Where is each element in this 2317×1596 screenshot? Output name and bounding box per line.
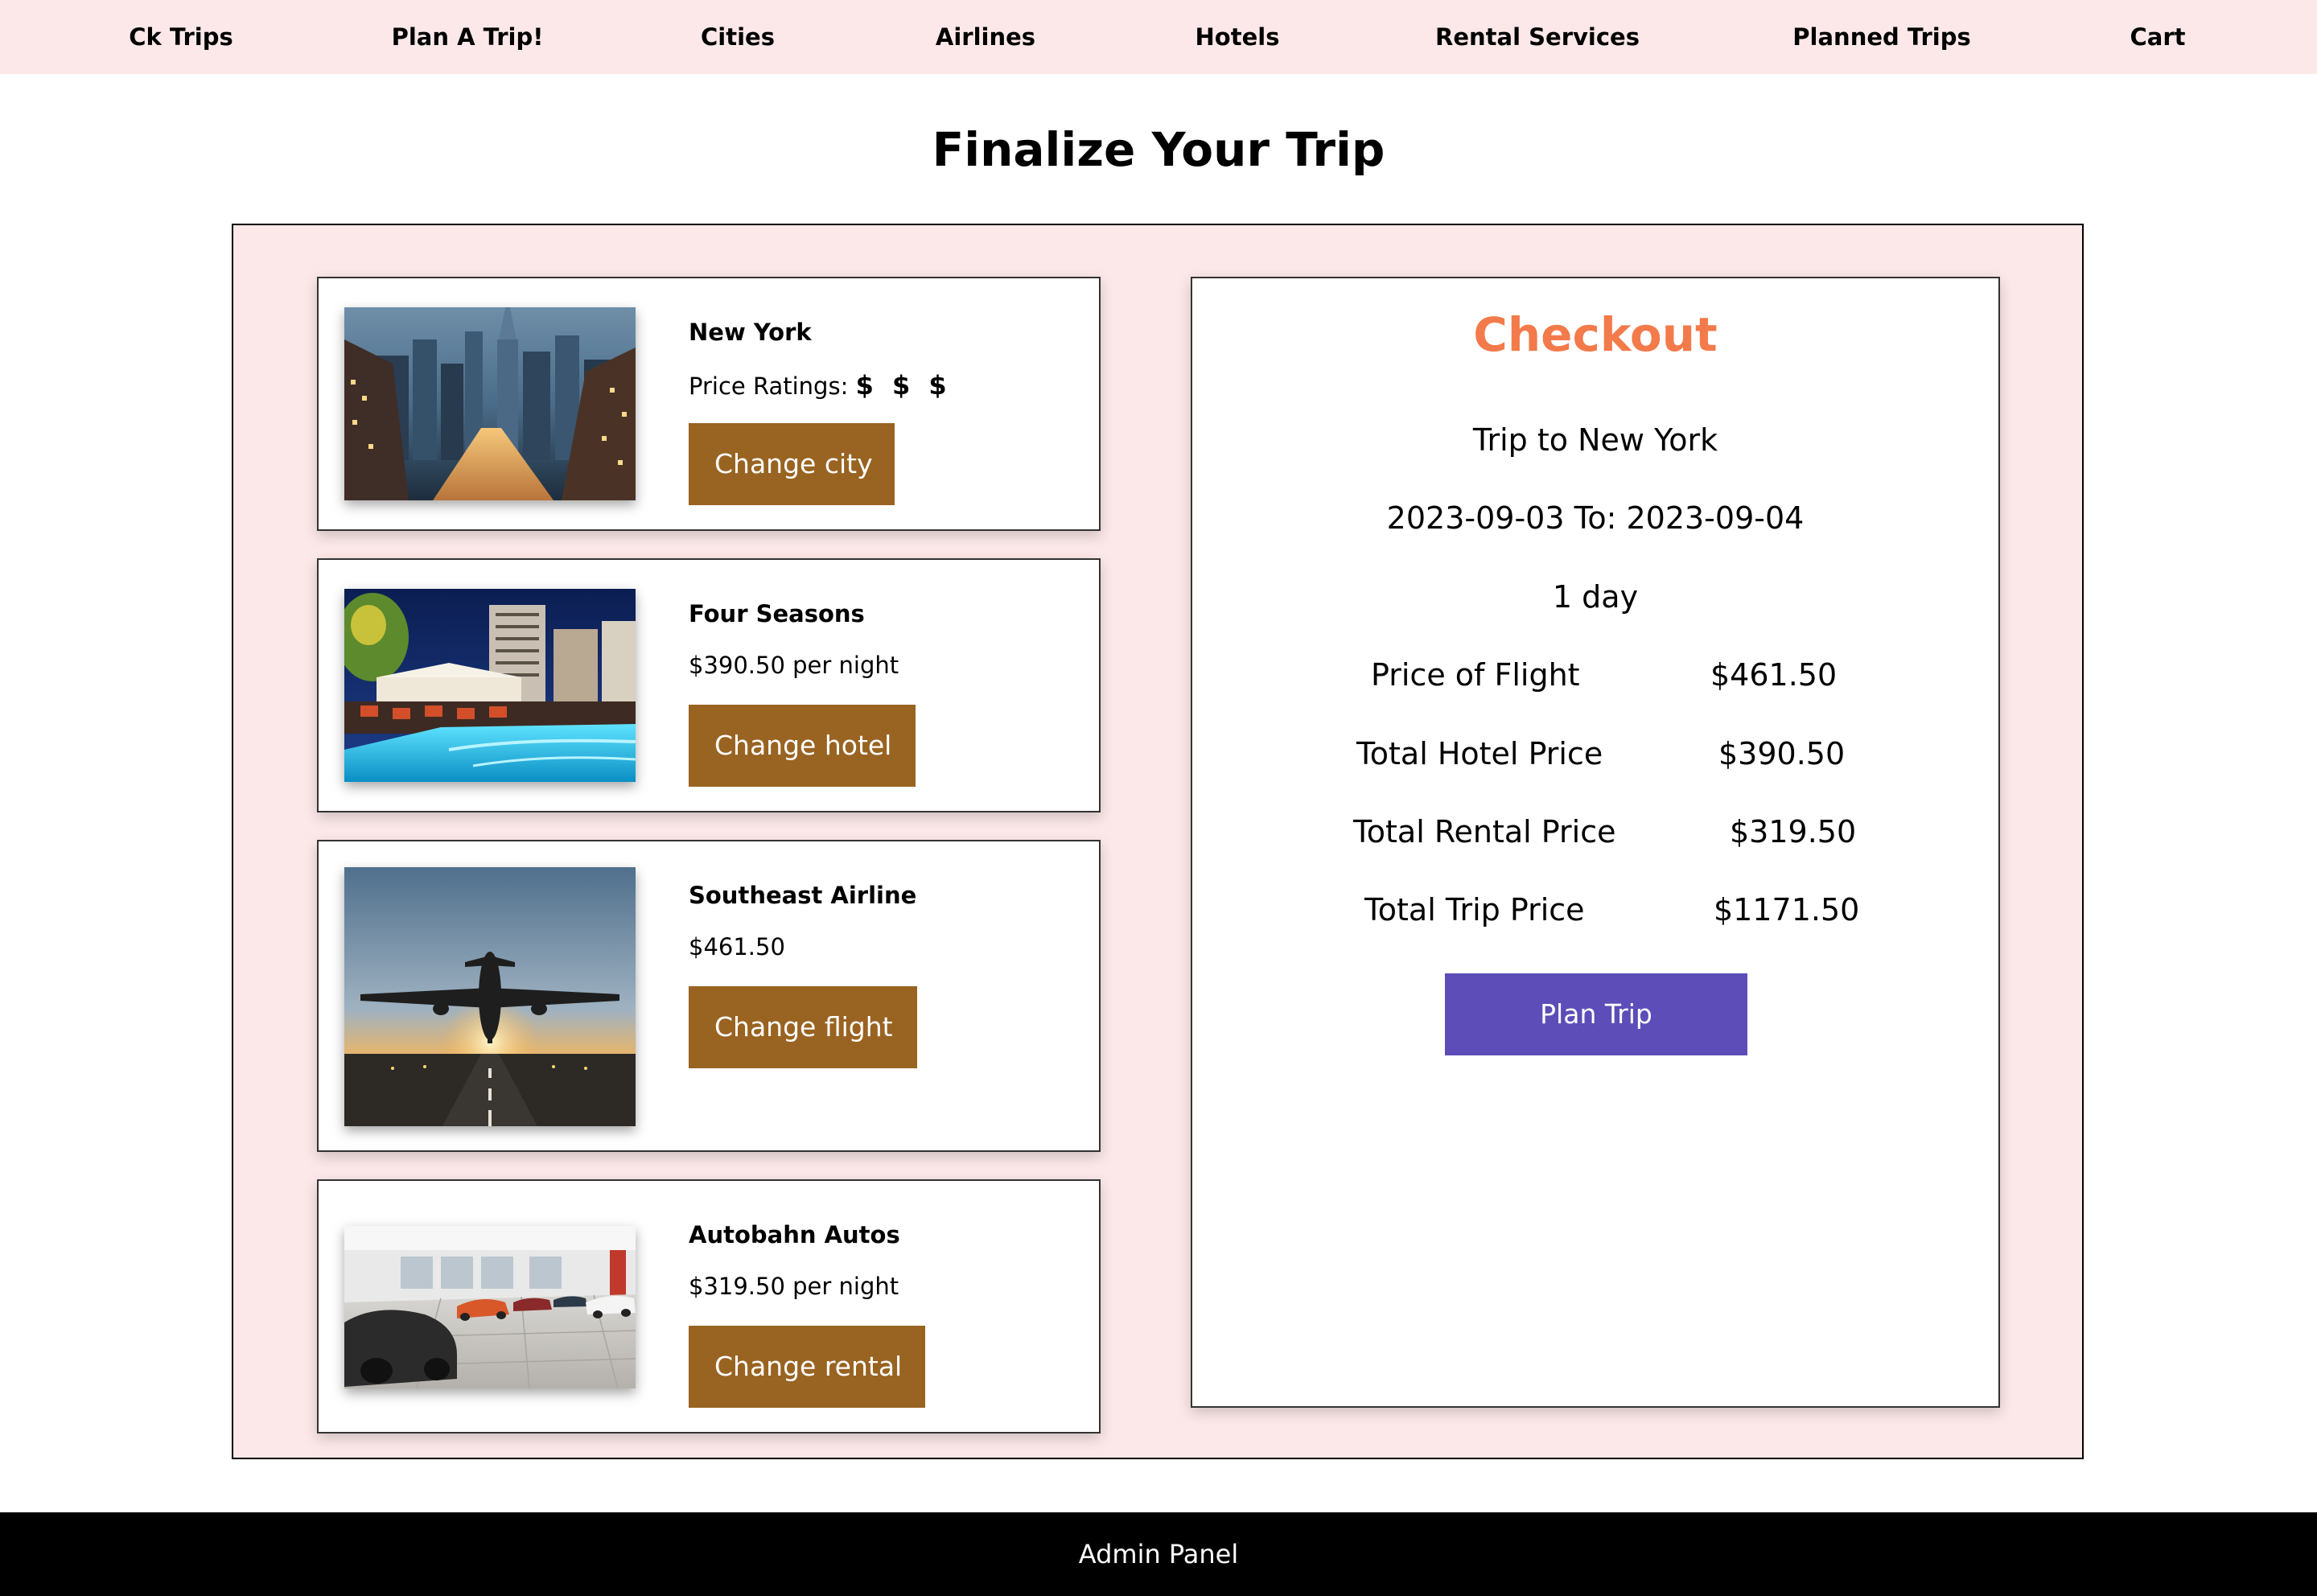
flight-price: $461.50 bbox=[689, 933, 785, 960]
checkout-duration: 1 day bbox=[1552, 579, 1639, 615]
nav-cities[interactable]: Cities bbox=[701, 0, 775, 74]
checkout-dates: 2023-09-03 To: 2023-09-04 bbox=[1386, 500, 1805, 536]
admin-panel-link[interactable]: Admin Panel bbox=[0, 1512, 2317, 1596]
new-york-city-photo bbox=[344, 307, 636, 500]
city-price-rating: Price Ratings: $ $ $ bbox=[689, 370, 952, 401]
nav-plan-a-trip[interactable]: Plan A Trip! bbox=[392, 0, 544, 74]
rental-name: Autobahn Autos bbox=[689, 1221, 900, 1248]
flight-price-value: $461.50 bbox=[1710, 657, 1838, 693]
rental-card: Autobahn Autos $319.50 per night Change … bbox=[317, 1179, 1101, 1434]
rental-price-value: $319.50 bbox=[1730, 814, 1857, 849]
rental-price-label: Total Rental Price bbox=[1353, 814, 1616, 849]
airplane-runway-photo bbox=[344, 867, 636, 1126]
page-title: Finalize Your Trip bbox=[932, 122, 1385, 177]
nav-hotels[interactable]: Hotels bbox=[1196, 0, 1280, 74]
hotel-card: Four Seasons $390.50 per night Change ho… bbox=[317, 558, 1101, 812]
change-flight-button[interactable]: Change flight bbox=[689, 986, 917, 1068]
flight-name: Southeast Airline bbox=[689, 882, 917, 909]
plan-trip-button[interactable]: Plan Trip bbox=[1445, 973, 1747, 1055]
hotel-name: Four Seasons bbox=[689, 600, 865, 627]
nav-rental-services[interactable]: Rental Services bbox=[1435, 0, 1640, 74]
change-hotel-button[interactable]: Change hotel bbox=[689, 705, 916, 787]
city-name: New York bbox=[689, 319, 812, 346]
total-price-label: Total Trip Price bbox=[1364, 892, 1585, 928]
checkout-panel: Checkout Trip to New York 2023-09-03 To:… bbox=[1191, 277, 2000, 1408]
flight-price-label: Price of Flight bbox=[1371, 657, 1580, 693]
hotel-price: $390.50 per night bbox=[689, 652, 899, 679]
checkout-title: Checkout bbox=[1473, 307, 1718, 362]
change-rental-button[interactable]: Change rental bbox=[689, 1326, 925, 1408]
rental-price: $319.50 per night bbox=[689, 1273, 899, 1300]
checkout-trip: Trip to New York bbox=[1472, 422, 1718, 458]
car-showroom-photo bbox=[344, 1226, 636, 1388]
hotel-price-label: Total Hotel Price bbox=[1356, 736, 1603, 771]
city-card: New York Price Ratings: $ $ $ Change cit… bbox=[317, 277, 1101, 531]
top-nav: Ck Trips Plan A Trip! Cities Airlines Ho… bbox=[0, 0, 2317, 74]
nav-planned-trips[interactable]: Planned Trips bbox=[1792, 0, 1970, 74]
price-rating-label: Price Ratings: bbox=[689, 372, 849, 400]
flight-card: Southeast Airline $461.50 Change flight bbox=[317, 840, 1101, 1152]
nav-ck-trips[interactable]: Ck Trips bbox=[129, 0, 233, 74]
hotel-pool-photo bbox=[344, 589, 636, 782]
price-rating-value: $ $ $ bbox=[855, 370, 952, 401]
nav-airlines[interactable]: Airlines bbox=[936, 0, 1035, 74]
nav-cart[interactable]: Cart bbox=[2130, 0, 2185, 74]
change-city-button[interactable]: Change city bbox=[689, 423, 895, 505]
hotel-price-value: $390.50 bbox=[1718, 736, 1846, 771]
total-price-value: $1171.50 bbox=[1714, 892, 1860, 928]
